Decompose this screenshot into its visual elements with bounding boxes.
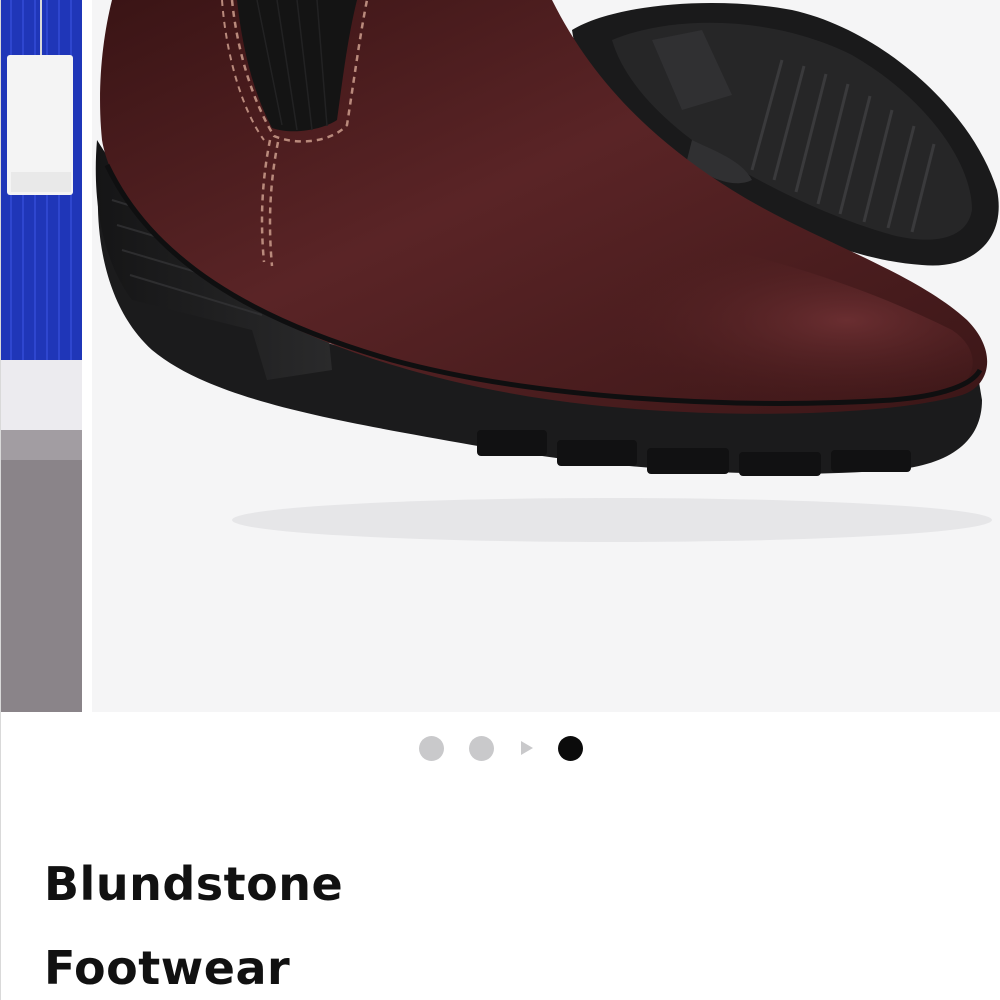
brand-title-line-2: Footwear [44,941,291,995]
main-slide-image[interactable] [92,0,1000,712]
play-arrow-icon[interactable] [521,741,533,755]
pagination-dot-2[interactable] [469,736,494,761]
boot-illustration [95,0,999,542]
carousel-pagination [1,734,1000,762]
previous-slide-image[interactable] [1,0,82,712]
product-image-carousel[interactable] [1,0,1000,712]
product-page: Blundstone Footwear [0,0,1000,1000]
pagination-dot-active[interactable] [558,736,583,761]
previous-slide-illustration [1,0,82,712]
product-brand-title[interactable]: Blundstone Footwear [44,842,644,1000]
pagination-dot-1[interactable] [419,736,444,761]
brand-title-line-1: Blundstone [44,857,344,911]
